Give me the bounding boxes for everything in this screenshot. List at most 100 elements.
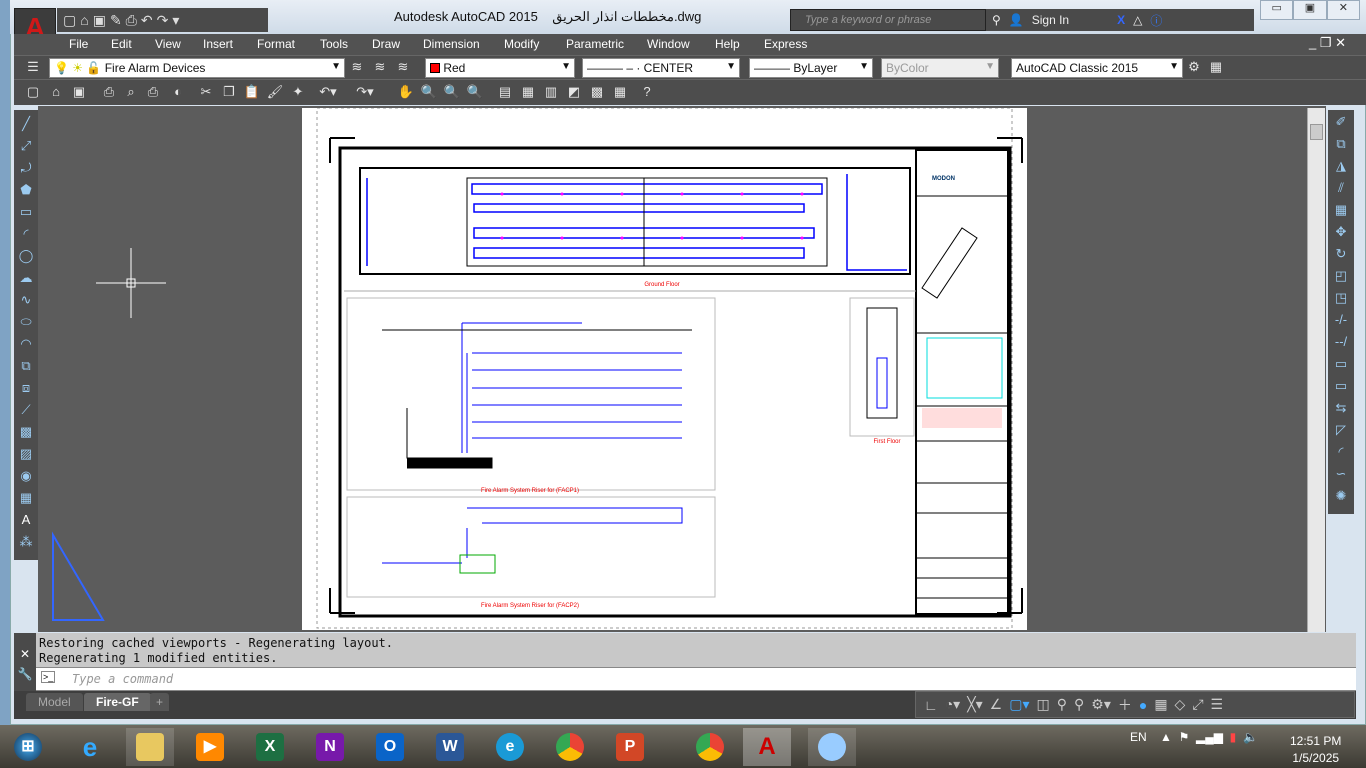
menu-window[interactable]: Window: [647, 37, 690, 51]
publish-icon[interactable]: ⎙: [144, 84, 162, 100]
save-icon[interactable]: ▣: [93, 12, 106, 29]
offset-icon[interactable]: ⫽: [1338, 180, 1344, 199]
hatch-icon[interactable]: ▩: [20, 424, 32, 443]
explode-icon[interactable]: ✺: [1336, 488, 1347, 507]
markup-icon[interactable]: ▩: [588, 84, 606, 100]
match-properties-icon[interactable]: 🖌: [266, 84, 284, 100]
scale-icon[interactable]: ◰: [1335, 268, 1347, 287]
search-input[interactable]: Type a keyword or phrase: [790, 9, 986, 31]
paste-icon[interactable]: 📋: [243, 84, 261, 100]
menu-file[interactable]: File: [69, 37, 88, 51]
scroll-thumb[interactable]: [1310, 124, 1323, 140]
linetype-dropdown[interactable]: ——— – · CENTER ▼: [582, 58, 740, 78]
autodesk-icon[interactable]: △: [1133, 13, 1142, 27]
copy-icon[interactable]: ❐: [220, 84, 238, 100]
3d-dwf-icon[interactable]: ◐: [169, 84, 187, 99]
extend-icon[interactable]: --/: [1335, 334, 1347, 353]
internet-explorer-icon[interactable]: e: [66, 728, 114, 766]
spline-icon[interactable]: ∿: [21, 292, 32, 311]
menu-tools[interactable]: Tools: [320, 37, 348, 51]
sheet-set-icon[interactable]: ◩: [565, 84, 583, 100]
zoom-previous-icon[interactable]: 🔍: [466, 84, 484, 100]
plot-icon[interactable]: ⎙: [100, 84, 118, 100]
line-icon[interactable]: ╱: [22, 116, 30, 135]
doc-window-controls[interactable]: _ ❐ ✕: [1309, 35, 1346, 51]
customization-menu-icon[interactable]: ☰: [1211, 696, 1224, 713]
plot-icon[interactable]: ⎙: [126, 12, 137, 29]
lineweight-dropdown[interactable]: ——— ByLayer ▼: [749, 58, 873, 78]
menu-dimension[interactable]: Dimension: [423, 37, 480, 51]
zoom-realtime-icon[interactable]: 🔍: [420, 84, 438, 100]
insert-block-icon[interactable]: ⧉: [21, 358, 30, 377]
language-indicator[interactable]: EN: [1130, 730, 1147, 744]
power-icon[interactable]: ▮: [1230, 730, 1237, 744]
workspace-dropdown[interactable]: AutoCAD Classic 2015 ▼: [1011, 58, 1183, 78]
pan-icon[interactable]: ✋: [397, 84, 415, 100]
block-editor-icon[interactable]: ✦: [289, 84, 307, 100]
fillet-icon[interactable]: ◜: [1338, 444, 1343, 463]
table-icon[interactable]: ▦: [20, 490, 32, 509]
isodraft-icon[interactable]: ∠: [990, 696, 1003, 713]
cut-icon[interactable]: ✂: [197, 84, 215, 100]
user-icon[interactable]: 👤: [1009, 13, 1024, 27]
annotation-scale-icon[interactable]: ⚲: [1057, 696, 1067, 713]
customize-icon[interactable]: ▾: [172, 12, 179, 29]
volume-icon[interactable]: 🔈: [1243, 730, 1258, 744]
tab-model[interactable]: Model: [26, 693, 83, 711]
clock[interactable]: 12:51 PM 1/5/2025: [1290, 733, 1341, 767]
menu-insert[interactable]: Insert: [203, 37, 233, 51]
erase-icon[interactable]: ✐: [1336, 114, 1347, 133]
menu-modify[interactable]: Modify: [504, 37, 539, 51]
rotate-icon[interactable]: ↻: [1336, 246, 1347, 265]
make-block-icon[interactable]: ⧈: [22, 380, 30, 399]
break-icon[interactable]: ▭: [1335, 378, 1347, 397]
chamfer-icon[interactable]: ◸: [1336, 422, 1346, 441]
close-icon[interactable]: ✕: [14, 647, 36, 661]
excel-icon[interactable]: X: [246, 728, 294, 766]
calculator-icon[interactable]: ▦: [611, 84, 629, 100]
close-button[interactable]: ✕: [1326, 0, 1360, 20]
new-icon[interactable]: ▢: [63, 12, 76, 29]
point-icon[interactable]: ⟋: [21, 402, 30, 421]
layer-previous-icon[interactable]: ≋: [371, 59, 389, 75]
layer-on-icon[interactable]: 💡: [54, 61, 69, 75]
viewport-icon[interactable]: ◫: [1037, 696, 1050, 713]
new-icon[interactable]: ▢: [24, 84, 42, 100]
hardware-acceleration-icon[interactable]: ●: [1139, 697, 1147, 713]
save-as-icon[interactable]: ✎: [110, 12, 122, 29]
rectangle-icon[interactable]: ▭: [20, 204, 32, 223]
construction-line-icon[interactable]: ⤢: [21, 138, 31, 157]
osnap-tracking-icon[interactable]: ╳▾: [967, 696, 982, 713]
array-icon[interactable]: ▦: [1335, 202, 1347, 221]
menu-format[interactable]: Format: [257, 37, 295, 51]
help-icon[interactable]: ⓘ: [1150, 12, 1162, 29]
move-icon[interactable]: ✥: [1336, 224, 1347, 243]
vertical-scrollbar[interactable]: [1307, 108, 1325, 632]
command-prompt-icon[interactable]: >_: [41, 671, 56, 683]
mirror-icon[interactable]: ◮: [1336, 158, 1346, 177]
autocad-taskbar-icon[interactable]: A: [743, 728, 791, 766]
clean-screen-icon[interactable]: ▦: [1207, 59, 1225, 75]
network-icon[interactable]: ▂▄▆: [1196, 730, 1223, 744]
file-explorer-icon[interactable]: [126, 728, 174, 766]
menu-edit[interactable]: Edit: [111, 37, 132, 51]
command-input[interactable]: >_ Type a command: [36, 668, 1356, 691]
maximize-button[interactable]: ▣: [1293, 0, 1327, 20]
text-icon[interactable]: A: [22, 512, 31, 531]
word-icon[interactable]: W: [426, 728, 474, 766]
break-at-point-icon[interactable]: ▭: [1335, 356, 1347, 375]
powerpoint-icon[interactable]: P: [606, 728, 654, 766]
arc-icon[interactable]: ◜: [23, 226, 28, 245]
gradient-icon[interactable]: ▨: [20, 446, 32, 465]
onenote-icon[interactable]: N: [306, 728, 354, 766]
design-center-icon[interactable]: ▦: [519, 84, 537, 100]
layer-dropdown[interactable]: 💡 ☀ 🔓 Fire Alarm Devices ▼: [49, 58, 345, 78]
action-center-icon[interactable]: ⚑: [1179, 730, 1190, 744]
region-icon[interactable]: ◉: [20, 468, 31, 487]
open-icon[interactable]: ⌂: [47, 84, 65, 99]
menu-view[interactable]: View: [155, 37, 181, 51]
binoculars-icon[interactable]: ⚲: [992, 13, 1001, 27]
workspace-switch-icon[interactable]: ⚙▾: [1091, 696, 1111, 713]
sign-in-button[interactable]: Sign In: [1032, 13, 1069, 27]
make-current-icon[interactable]: ≋: [348, 59, 366, 75]
